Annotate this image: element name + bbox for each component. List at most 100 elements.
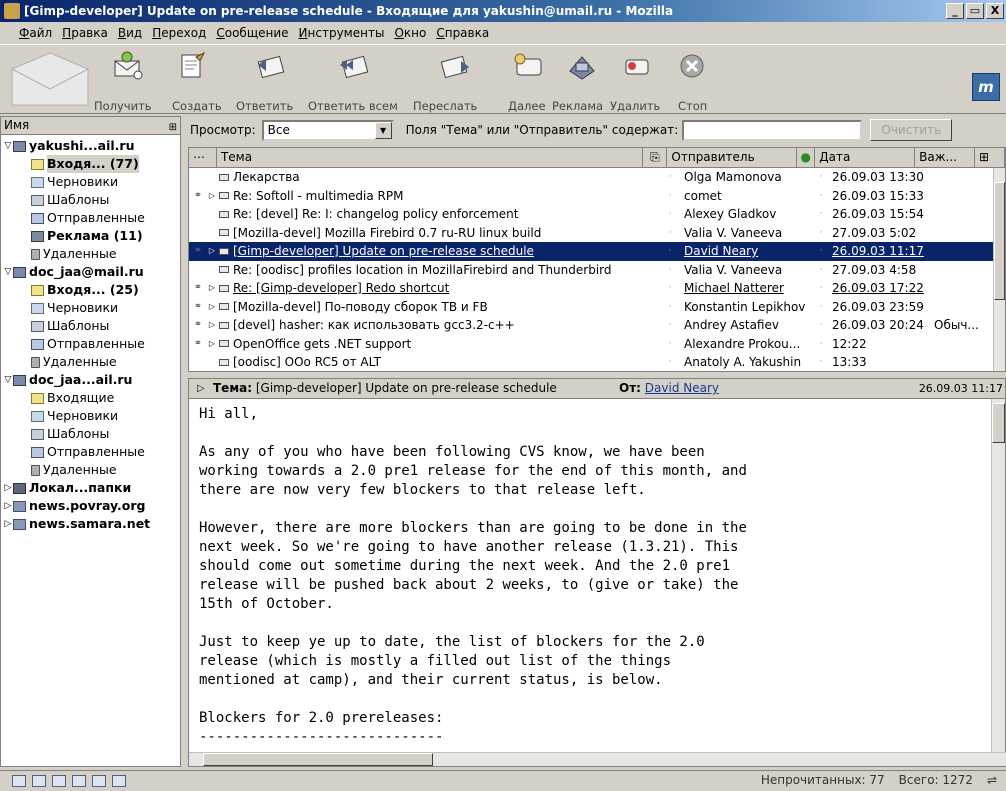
folder-item[interactable]: Отправленные xyxy=(1,443,180,461)
read-dot-icon[interactable]: · xyxy=(812,335,830,354)
read-dot-icon[interactable]: · xyxy=(812,224,830,243)
forward-button[interactable]: Переслать xyxy=(413,49,477,113)
expand-toggle-icon[interactable]: ▷ xyxy=(207,316,217,335)
message-row[interactable]: ⚭ ▷ OpenOffice gets .NET support · Alexandre… xyxy=(189,335,1005,354)
thread-icon[interactable]: ⚭ xyxy=(189,187,207,206)
folder-item[interactable]: Удаленные xyxy=(1,245,180,263)
message-row[interactable]: Лекарства · Olga Mamonova · 26.09.03 13:30 xyxy=(189,168,1005,187)
folder-column-name[interactable]: Имя xyxy=(4,118,29,132)
menu-tools[interactable]: Инструменты xyxy=(294,26,390,40)
address-book-icon[interactable] xyxy=(92,775,106,787)
expand-toggle-icon[interactable]: ▽ xyxy=(3,263,13,281)
browser-icon[interactable] xyxy=(12,775,26,787)
menu-help[interactable]: Справка xyxy=(431,26,494,40)
folder-item[interactable]: Реклама (11) xyxy=(1,227,180,245)
column-picker-icon[interactable]: ⊞ xyxy=(975,148,1005,167)
folder-item[interactable]: Отправленные xyxy=(1,335,180,353)
thread-column-icon[interactable]: ⋯ xyxy=(189,148,217,167)
priority-column-header[interactable]: Важ... xyxy=(915,148,976,167)
stop-button[interactable]: Стоп xyxy=(672,49,712,113)
folder-item[interactable]: Отправленные xyxy=(1,209,180,227)
expand-toggle-icon[interactable]: ▷ xyxy=(3,515,13,533)
expand-toggle-icon[interactable]: ▷ xyxy=(3,479,13,497)
read-dot-icon[interactable]: · xyxy=(812,187,830,206)
online-status-icon[interactable]: ⇌ xyxy=(984,773,1000,787)
expand-toggle-icon[interactable]: ▽ xyxy=(3,371,13,389)
close-button[interactable]: X xyxy=(986,3,1004,19)
read-dot-icon[interactable]: · xyxy=(812,168,830,187)
news-icon[interactable] xyxy=(112,775,126,787)
expand-header-icon[interactable]: ▷ xyxy=(197,379,205,398)
composer-icon[interactable] xyxy=(72,775,86,787)
attachment-column-icon[interactable]: ⎘ xyxy=(643,148,668,167)
message-row[interactable]: ⚭ ▷ [Gimp-developer] Update on pre-release… xyxy=(189,242,1005,261)
subject-column-header[interactable]: Тема xyxy=(217,148,644,167)
message-row[interactable]: ⚭ ▷ Re: [Gimp-developer] Redo shortcut · Mic… xyxy=(189,279,1005,298)
message-row[interactable]: [Mozilla-devel] Mozilla Firebird 0.7 ru-… xyxy=(189,224,1005,243)
maximize-button[interactable]: ▭ xyxy=(966,3,984,19)
expand-toggle-icon[interactable]: ▷ xyxy=(207,279,217,298)
folder-item[interactable]: Черновики xyxy=(1,299,180,317)
scrollbar-thumb[interactable] xyxy=(203,753,433,766)
menu-file[interactable]: Файл xyxy=(14,26,57,40)
thread-icon[interactable]: ⚭ xyxy=(189,316,207,335)
read-column-icon[interactable]: ● xyxy=(797,148,816,167)
dropdown-arrow-icon[interactable]: ▼ xyxy=(374,121,392,139)
read-dot-icon[interactable]: · xyxy=(812,279,830,298)
chat-icon[interactable] xyxy=(52,775,66,787)
message-row[interactable]: Re: [oodisc] profiles location in Mozill… xyxy=(189,261,1005,280)
folder-item[interactable]: Входя... (77) xyxy=(1,155,180,173)
menu-edit[interactable]: Правка xyxy=(57,26,113,40)
expand-toggle-icon[interactable]: ▷ xyxy=(3,497,13,515)
read-dot-icon[interactable]: · xyxy=(812,316,830,335)
message-scrollbar[interactable] xyxy=(991,399,1005,753)
scrollbar-thumb[interactable] xyxy=(994,182,1005,300)
get-mail-button[interactable]: Получить xyxy=(94,49,152,113)
thread-icon[interactable]: ⚭ xyxy=(189,298,207,317)
search-input[interactable] xyxy=(682,119,863,141)
message-row[interactable]: ⚭ ▷ Re: Softoll - multimedia RPM · comet · 26.… xyxy=(189,187,1005,206)
delete-button[interactable]: Удалить xyxy=(610,49,660,113)
folder-item[interactable]: Входя... (25) xyxy=(1,281,180,299)
menu-go[interactable]: Переход xyxy=(147,26,211,40)
expand-toggle-icon[interactable]: ▷ xyxy=(207,187,217,206)
thread-icon[interactable]: ⚭ xyxy=(189,279,207,298)
folder-item[interactable]: ▽ doc_jaa@mail.ru xyxy=(1,263,180,281)
folder-item[interactable]: Шаблоны xyxy=(1,317,180,335)
read-dot-icon[interactable]: · xyxy=(812,242,830,261)
message-hscrollbar[interactable] xyxy=(189,752,1006,766)
folder-item[interactable]: ▷ Локал...папки xyxy=(1,479,180,497)
reply-all-button[interactable]: Ответить всем xyxy=(308,49,398,113)
expand-toggle-icon[interactable]: ▷ xyxy=(207,335,217,354)
message-row[interactable]: [oodisc] OOo RC5 от ALT · Anatoly A. Yakus… xyxy=(189,353,1005,371)
sender-column-header[interactable]: Отправитель xyxy=(667,148,798,167)
message-row[interactable]: ⚭ ▷ [Mozilla-devel] По-поводу сборок TB и … xyxy=(189,298,1005,317)
thread-scrollbar[interactable] xyxy=(993,168,1005,371)
reply-button[interactable]: Ответить xyxy=(236,49,293,113)
view-select[interactable]: Все ▼ xyxy=(261,119,394,141)
menu-view[interactable]: Вид xyxy=(113,26,147,40)
expand-toggle-icon[interactable]: ▷ xyxy=(207,298,217,317)
message-row[interactable]: ⚭ ▷ [devel] hasher: как использовать gcc3.… xyxy=(189,316,1005,335)
folder-item[interactable]: ▷ news.samara.net xyxy=(1,515,180,533)
folder-item[interactable]: Удаленные xyxy=(1,461,180,479)
expand-toggle-icon[interactable]: ▽ xyxy=(3,137,13,155)
folder-item[interactable]: Шаблоны xyxy=(1,425,180,443)
mail-icon[interactable] xyxy=(32,775,46,787)
junk-button[interactable]: Реклама xyxy=(552,49,603,113)
menu-window[interactable]: Окно xyxy=(389,26,431,40)
folder-item[interactable]: ▷ news.povray.org xyxy=(1,497,180,515)
thread-icon[interactable]: ⚭ xyxy=(189,242,207,261)
expand-toggle-icon[interactable]: ▷ xyxy=(207,242,217,261)
column-picker-icon[interactable]: ⊞ xyxy=(169,119,177,136)
menu-message[interactable]: Сообщение xyxy=(211,26,293,40)
folder-item[interactable]: Удаленные xyxy=(1,353,180,371)
folder-item[interactable]: Черновики xyxy=(1,407,180,425)
read-dot-icon[interactable]: · xyxy=(812,205,830,224)
folder-item[interactable]: Входящие xyxy=(1,389,180,407)
read-dot-icon[interactable]: · xyxy=(812,261,830,280)
next-button[interactable]: Далее xyxy=(508,49,548,113)
read-dot-icon[interactable]: · xyxy=(812,298,830,317)
folder-item[interactable]: ▽ yakushi...ail.ru xyxy=(1,137,180,155)
clear-button[interactable]: Очистить xyxy=(870,119,953,141)
